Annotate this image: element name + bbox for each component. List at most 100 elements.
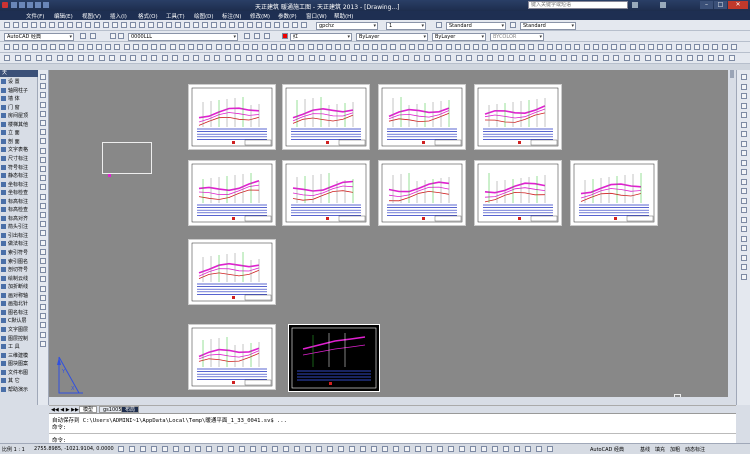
toolbar-button-icon[interactable]	[560, 55, 567, 61]
make-current-icon[interactable]	[244, 33, 250, 39]
plotstyle-select[interactable]: BYCOLOR	[490, 33, 544, 41]
palette-item[interactable]: C默认层	[1, 318, 37, 325]
toolbar-button-icon[interactable]	[644, 55, 651, 61]
toolbar-button-icon[interactable]	[353, 44, 360, 50]
toolbar-button-icon[interactable]	[160, 44, 167, 50]
toolbar-button-icon[interactable]	[86, 44, 93, 50]
toolbar-button-icon[interactable]	[510, 44, 516, 50]
layer-previous-icon[interactable]	[254, 33, 260, 39]
toolbar-button-icon[interactable]	[319, 55, 325, 61]
toolbar-button-icon[interactable]	[67, 22, 73, 28]
draw-tool-icon[interactable]	[40, 322, 46, 329]
drawing-sheet[interactable]	[188, 324, 276, 390]
toolbar-button-icon[interactable]	[35, 55, 42, 61]
toolbar-button-icon[interactable]	[103, 22, 109, 28]
toolbar-button-icon[interactable]	[4, 44, 10, 50]
toolbar-button-icon[interactable]	[109, 55, 115, 61]
palette-item[interactable]: 坐标检查	[1, 190, 37, 197]
palette-item[interactable]: 文字图层	[1, 326, 37, 334]
toolbar-button-icon[interactable]	[202, 22, 208, 28]
toolbar-button-icon[interactable]	[270, 44, 277, 50]
toolbar-button-icon[interactable]	[130, 55, 136, 61]
status-toggle-icon[interactable]	[426, 446, 432, 452]
draw-tool-icon[interactable]	[40, 193, 46, 200]
toolbar-button-icon[interactable]	[114, 44, 121, 50]
toolbar-button-icon[interactable]	[454, 44, 461, 50]
toolbar-button-icon[interactable]	[132, 44, 139, 50]
draw-tool-icon[interactable]	[40, 175, 46, 182]
palette-item[interactable]: 箭头引注	[1, 224, 37, 231]
tablestyle-icon[interactable]	[510, 22, 516, 28]
toolbar-button-icon[interactable]	[372, 44, 378, 50]
toolbar-button-icon[interactable]	[31, 22, 37, 28]
search-input[interactable]: 键入关键字或短语	[528, 1, 628, 9]
palette-item[interactable]: 绘制云线	[1, 275, 37, 283]
toolbar-button-icon[interactable]	[197, 44, 204, 50]
dimension-tool-icon[interactable]	[741, 83, 747, 90]
toolbar-button-icon[interactable]	[556, 44, 562, 50]
draw-tool-icon[interactable]	[40, 138, 46, 145]
toolbar-button-icon[interactable]	[298, 44, 305, 50]
status-toggle-icon[interactable]	[393, 446, 399, 452]
toolbar-button-icon[interactable]	[261, 44, 268, 50]
status-toggle-icon[interactable]	[140, 446, 146, 452]
toolbar-button-icon[interactable]	[211, 22, 217, 28]
draw-tool-icon[interactable]	[40, 239, 46, 246]
toolbar-button-icon[interactable]	[390, 44, 397, 50]
draw-tool-icon[interactable]	[40, 184, 46, 191]
dimension-tool-icon[interactable]	[741, 93, 747, 99]
status-toggle-icon[interactable]	[316, 446, 322, 452]
draw-tool-icon[interactable]	[40, 120, 46, 126]
toolbar-button-icon[interactable]	[151, 55, 157, 61]
dimension-tool-icon[interactable]	[741, 102, 747, 109]
minimize-button[interactable]: –	[700, 1, 713, 9]
dimension-tool-icon[interactable]	[741, 74, 747, 80]
sun-icon[interactable]	[118, 33, 124, 39]
status-bold[interactable]: 加粗	[670, 446, 680, 453]
menu-item[interactable]: 标注(N)	[222, 12, 241, 20]
menu-item[interactable]: 格式(O)	[138, 12, 158, 20]
status-toggle-icon[interactable]	[261, 446, 267, 452]
toolbar-button-icon[interactable]	[256, 55, 262, 61]
toolbar-button-icon[interactable]	[638, 44, 645, 50]
dimension-tool-icon[interactable]	[741, 264, 747, 270]
status-toggle-icon[interactable]	[173, 446, 179, 452]
toolbar-button-icon[interactable]	[550, 55, 556, 61]
toolbar-button-icon[interactable]	[166, 22, 172, 28]
undo-icon[interactable]	[35, 2, 41, 8]
palette-item[interactable]: 标高检查	[1, 207, 37, 214]
toolbar-button-icon[interactable]	[434, 55, 441, 61]
toolbar-button-icon[interactable]	[96, 44, 102, 50]
palette-item[interactable]: 图名标注	[1, 309, 37, 317]
toolbar-button-icon[interactable]	[657, 44, 664, 50]
status-toggle-icon[interactable]	[470, 446, 476, 452]
toolbar-button-icon[interactable]	[188, 44, 194, 50]
toolbar-button-icon[interactable]	[59, 44, 66, 50]
drawing-sheet[interactable]	[188, 84, 276, 150]
toolbar-button-icon[interactable]	[220, 22, 226, 28]
toolbar-button-icon[interactable]	[340, 55, 346, 61]
toolbar-button-icon[interactable]	[301, 22, 307, 28]
status-workspace[interactable]: AutoCAD 经典	[590, 446, 624, 453]
draw-tool-icon[interactable]	[40, 331, 46, 338]
draw-tool-icon[interactable]	[40, 304, 46, 310]
drawing-sheet[interactable]	[282, 160, 370, 226]
status-toggle-icon[interactable]	[327, 446, 333, 452]
status-toggle-icon[interactable]	[371, 446, 377, 452]
toolbar-button-icon[interactable]	[172, 55, 178, 61]
draw-tool-icon[interactable]	[40, 202, 46, 209]
status-toggle-icon[interactable]	[250, 446, 256, 452]
drawing-sheet[interactable]	[474, 160, 562, 226]
layer-state-icon[interactable]	[264, 33, 270, 39]
palette-item[interactable]: 墙 体	[1, 96, 37, 103]
toolbar-button-icon[interactable]	[214, 55, 220, 61]
toolbar-button-icon[interactable]	[413, 55, 420, 61]
dimension-tool-icon[interactable]	[741, 169, 747, 175]
toolbar-button-icon[interactable]	[67, 55, 73, 61]
palette-item[interactable]: 做法标注	[1, 241, 37, 248]
toolbar-button-icon[interactable]	[283, 22, 289, 28]
toolbar-button-icon[interactable]	[694, 44, 700, 50]
toolbar-button-icon[interactable]	[482, 44, 489, 50]
toolbar-button-icon[interactable]	[308, 55, 315, 61]
toolbar-button-icon[interactable]	[94, 22, 100, 28]
